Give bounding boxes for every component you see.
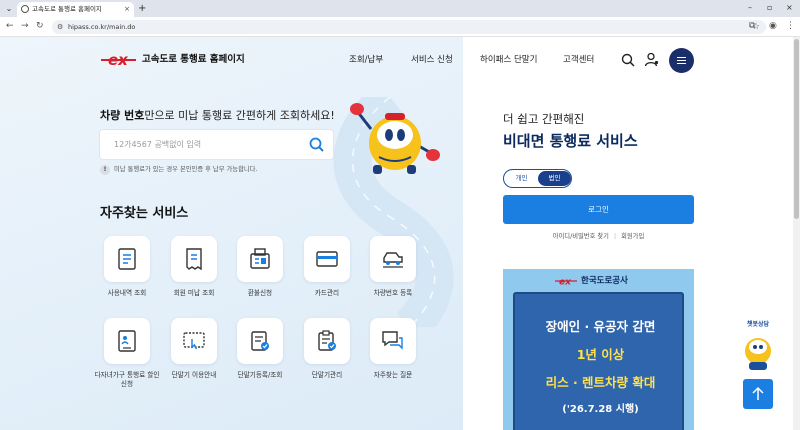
svg-text:ex: ex	[108, 51, 129, 69]
ex-logo-icon: ex	[555, 278, 577, 287]
nav-service-apply[interactable]: 서비스 신청	[411, 55, 453, 65]
banner-line-3: 리스 · 렌트차량 확대	[545, 375, 656, 390]
scrollbar-thumb[interactable]	[794, 39, 799, 219]
globe-icon	[21, 5, 29, 13]
lookup-title-rest: 만으로 미납 통행료 간편하게 조회하세요!	[144, 109, 335, 122]
service-tile[interactable]	[171, 236, 217, 282]
toggle-personal[interactable]: 개인	[505, 171, 538, 186]
banner-line-4: ('26.7.28 시행)	[562, 404, 639, 415]
promo-banner[interactable]: ex 한국도로공사 장애인 · 유공자 감면 1년 이상 리스 · 렌트차량 확…	[503, 269, 694, 430]
service-tile[interactable]	[304, 318, 350, 364]
member-type-toggle[interactable]: 개인 법인	[503, 169, 572, 188]
page-scrollbar[interactable]	[793, 37, 800, 430]
service-tile[interactable]	[237, 318, 283, 364]
account-links: 아이디/비밀번호 찾기 | 회원가입	[503, 232, 694, 242]
service-label: 단말기 이용안내	[171, 371, 217, 379]
ex-logo-icon: ex	[101, 51, 136, 69]
url-text: hipass.co.kr/main.do	[68, 23, 136, 31]
vehicle-number-placeholder: 12가4567 공백없이 입력	[114, 140, 202, 149]
search-icon[interactable]	[621, 53, 635, 67]
maximize-icon[interactable]: ▫	[767, 3, 772, 13]
close-window-icon[interactable]: ×	[786, 3, 793, 13]
scroll-top-button[interactable]	[743, 379, 773, 409]
login-subtitle: 더 쉽고 간편해진	[503, 112, 585, 126]
tab-close-icon[interactable]: ×	[124, 2, 130, 17]
bill-icon	[186, 248, 202, 271]
menu-hamburger-icon[interactable]	[669, 48, 694, 73]
service-label: 자주찾는 질문	[373, 371, 413, 379]
vehicle-search-icon[interactable]	[309, 137, 324, 152]
address-bar[interactable]: ⚙ hipass.co.kr/main.do ☆	[52, 20, 766, 34]
link-divider: |	[613, 233, 617, 240]
back-icon[interactable]: ←	[6, 21, 14, 32]
family-doc-icon	[118, 330, 136, 352]
minimize-icon[interactable]: –	[748, 3, 752, 13]
toggle-corporate[interactable]: 법인	[538, 171, 571, 186]
service-label: 단말기관리	[311, 371, 343, 379]
lookup-notice: ! 미납 통행료가 있는 경우 본인인증 후 납부 가능합니다.	[100, 165, 257, 175]
new-tab-button[interactable]: +	[138, 2, 146, 15]
tab-search-icon[interactable]: ⌄	[3, 3, 15, 15]
lookup-title-bold: 차량 번호	[100, 109, 145, 122]
card-icon	[316, 251, 338, 267]
banner-sign: 장애인 · 유공자 감면 1년 이상 리스 · 렌트차량 확대 ('26.7.2…	[513, 292, 684, 430]
nav-customer-center[interactable]: 고객센터	[563, 55, 594, 65]
tab-title: 고속도로 통행료 홈페이지	[32, 5, 102, 13]
service-tile[interactable]	[171, 318, 217, 364]
page-content: ex 고속도로 통행료 홈페이지 조회/납부 서비스 신청 하이패스 단말기 고…	[0, 37, 800, 430]
user-icon[interactable]	[644, 52, 659, 67]
info-icon: !	[100, 165, 110, 175]
service-tile[interactable]	[104, 318, 150, 364]
arrow-up-icon	[752, 386, 764, 400]
terminal-manage-icon	[318, 330, 336, 351]
lookup-title: 차량 번호만으로 미납 통행료 간편하게 조회하세요!	[100, 109, 335, 122]
service-label: 사용내역 조회	[107, 289, 147, 297]
forward-icon[interactable]: →	[21, 21, 29, 32]
service-tile[interactable]	[370, 318, 416, 364]
service-label: 단말기등록/조회	[237, 371, 283, 379]
browser-menu-icon[interactable]: ⋮	[786, 21, 795, 32]
nav-hipass-terminal[interactable]: 하이패스 단말기	[480, 55, 537, 65]
login-title: 비대면 통행료 서비스	[503, 132, 638, 150]
chatbot-button[interactable]: 챗봇상담	[741, 321, 775, 373]
logo-text: 고속도로 통행료 홈페이지	[142, 54, 245, 65]
chatbot-mascot-icon	[745, 338, 771, 370]
browser-tab-bar: ⌄ 고속도로 통행료 홈페이지 × + – ▫ ×	[0, 0, 800, 17]
service-tile[interactable]	[304, 236, 350, 282]
browser-tab[interactable]: 고속도로 통행료 홈페이지 ×	[17, 2, 134, 17]
mascot-car-icon	[350, 103, 440, 174]
terminal-guide-icon	[183, 332, 205, 350]
signup-link[interactable]: 회원가입	[621, 233, 644, 240]
refund-machine-icon	[250, 248, 270, 269]
lookup-notice-text: 미납 통행료가 있는 경우 본인인증 후 납부 가능합니다.	[114, 166, 258, 173]
terminal-register-icon	[251, 331, 269, 351]
receipt-list-icon	[118, 248, 136, 270]
service-label: 환불신청	[247, 289, 273, 297]
service-tile[interactable]	[104, 236, 150, 282]
service-label: 카드관리	[314, 289, 340, 297]
vehicle-number-input[interactable]: 12가4567 공백없이 입력	[100, 130, 333, 159]
site-info-icon[interactable]: ⚙	[57, 23, 63, 31]
service-label: 차량번호 등록	[373, 289, 413, 297]
chatbot-label: 챗봇상담	[746, 321, 770, 328]
banner-line-2: 1년 이상	[576, 347, 625, 362]
nav-lookup-payment[interactable]: 조회/납부	[349, 55, 383, 65]
extensions-icon[interactable]: ⧉	[749, 21, 755, 32]
profile-icon[interactable]: ◉	[769, 21, 777, 32]
banner-org-name: 한국도로공사	[581, 276, 628, 286]
service-label: 다자녀가구 통행료 할인 신청	[94, 371, 160, 388]
car-icon	[383, 252, 403, 268]
login-button[interactable]: 로그인	[503, 195, 694, 224]
browser-toolbar: ← → ↻ ⚙ hipass.co.kr/main.do ☆ ⧉ ◉ ⋮	[0, 17, 800, 37]
services-title: 자주찾는 서비스	[100, 206, 189, 221]
service-tile[interactable]	[370, 236, 416, 282]
faq-chat-icon	[382, 331, 403, 350]
banner-line-1: 장애인 · 유공자 감면	[545, 319, 656, 334]
svg-text:ex: ex	[559, 278, 572, 287]
find-id-password-link[interactable]: 아이디/비밀번호 찾기	[553, 233, 609, 240]
reload-icon[interactable]: ↻	[36, 21, 44, 32]
service-label: 회원 미납 조회	[173, 289, 215, 297]
service-tile[interactable]	[237, 236, 283, 282]
